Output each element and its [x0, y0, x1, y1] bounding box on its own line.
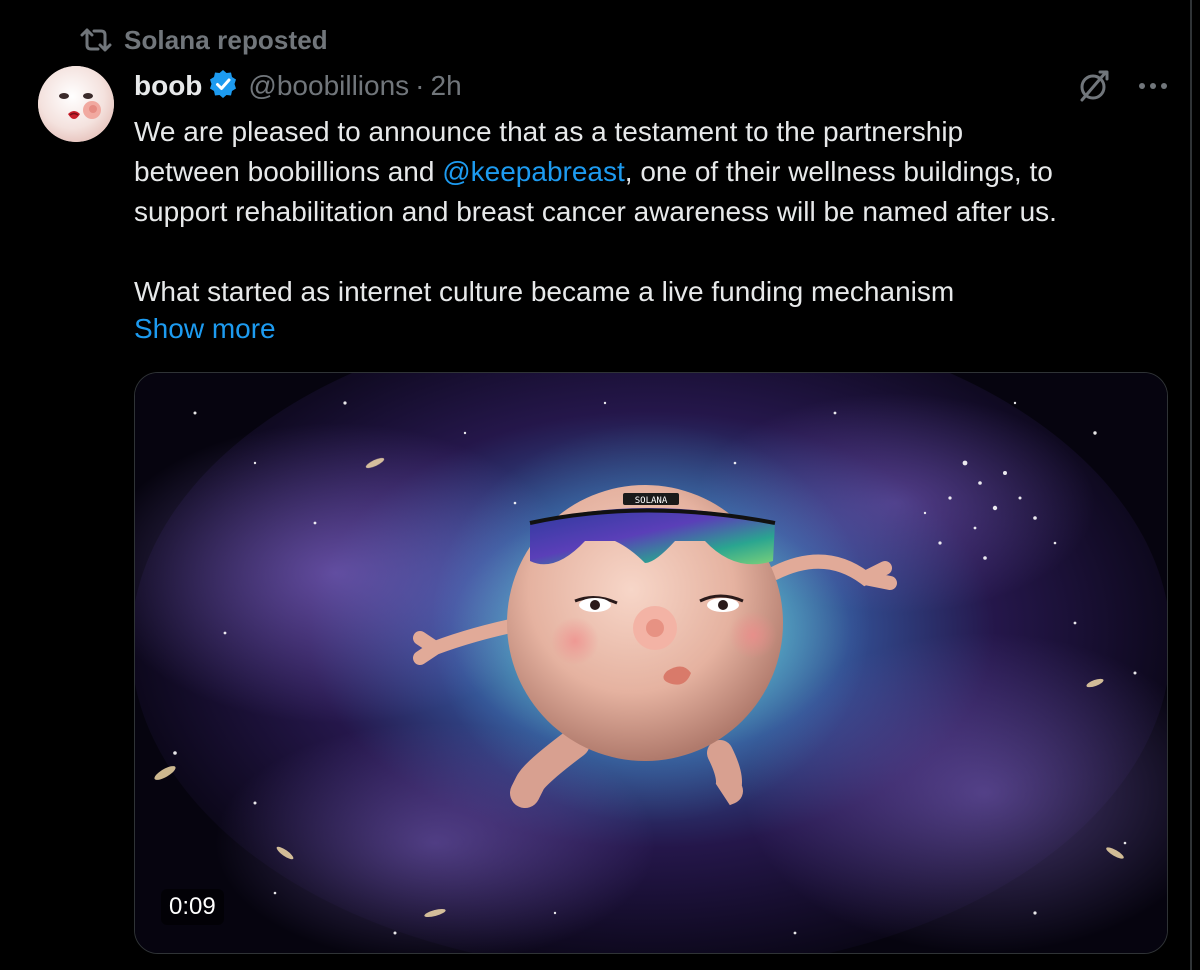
tweet-text-segment: , one of their wellness buildings, to: [624, 156, 1053, 187]
display-name[interactable]: boob: [134, 70, 202, 102]
verified-badge-icon[interactable]: [208, 69, 238, 104]
glasses-brand: SOLANA: [635, 496, 668, 506]
column-divider: [1190, 0, 1192, 970]
handle[interactable]: @boobillions: [248, 70, 409, 102]
grok-icon[interactable]: [1076, 68, 1112, 109]
more-icon[interactable]: [1136, 69, 1170, 108]
show-more-link[interactable]: Show more: [134, 309, 276, 349]
video-thumbnail: SOLANA: [135, 373, 1167, 953]
timestamp[interactable]: 2h: [431, 70, 462, 102]
separator-dot: ·: [415, 70, 425, 101]
tweet-text-line: We are pleased to announce that as a tes…: [134, 116, 964, 147]
header-actions: [1076, 68, 1170, 109]
repost-indicator[interactable]: Solana reposted: [80, 22, 328, 58]
tweet-text: We are pleased to announce that as a tes…: [134, 112, 1174, 312]
video-player[interactable]: SOLANA 0:09: [134, 372, 1168, 954]
tweet-page: Solana reposted boob @boobillions · 2h W…: [0, 0, 1200, 970]
tweet-text-line: between boobillions and @keepabreast, on…: [134, 152, 1174, 192]
avatar[interactable]: [38, 66, 114, 142]
repost-icon: [80, 26, 112, 54]
tweet-text-segment: between boobillions and: [134, 156, 443, 187]
video-duration: 0:09: [161, 889, 224, 925]
repost-label: Solana reposted: [124, 24, 328, 55]
tweet-text-line: support rehabilitation and breast cancer…: [134, 196, 1057, 227]
mention-link[interactable]: @keepabreast: [442, 156, 625, 187]
tweet-header: boob @boobillions · 2h: [134, 66, 462, 106]
tweet-text-line: What started as internet culture became …: [134, 276, 955, 307]
